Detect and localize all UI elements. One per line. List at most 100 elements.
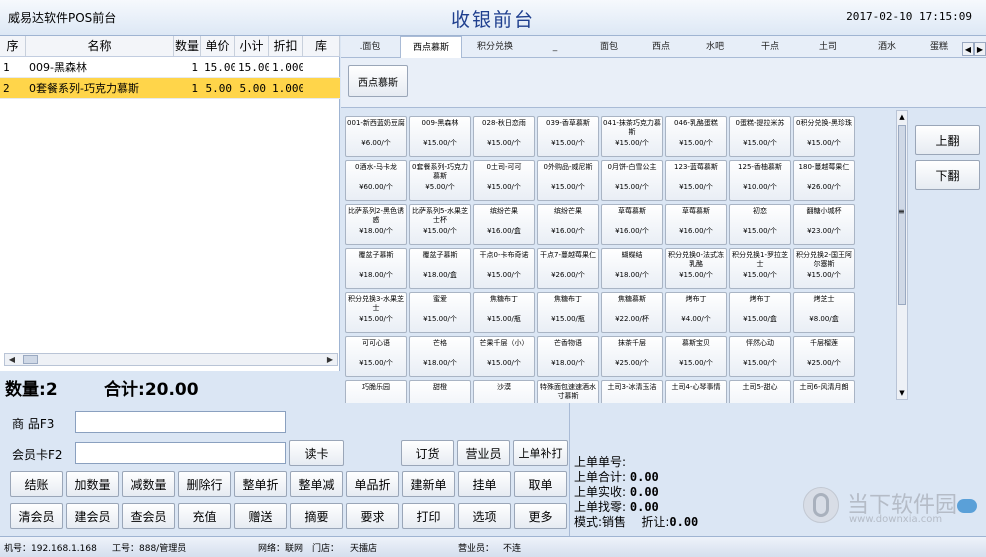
product-button[interactable]: 覆盆子慕斯 ¥18.00/盒 bbox=[409, 248, 471, 289]
action-button[interactable]: 单品折 bbox=[346, 471, 399, 497]
tab-3[interactable]: _ bbox=[528, 36, 582, 58]
product-button[interactable]: 028-秋日恋雨 ¥15.00/个 bbox=[473, 116, 535, 157]
product-button[interactable]: 可可心语 ¥15.00/个 bbox=[345, 336, 407, 377]
order-horizontal-scrollbar[interactable]: ◀ ▶ bbox=[4, 353, 338, 366]
product-button[interactable]: 土司6-风清月朗¥20.00/个 bbox=[793, 380, 855, 403]
product-button[interactable]: 缤纷芒果 ¥16.00/个 bbox=[537, 204, 599, 245]
product-button[interactable]: 土司4-心琴事情¥20.00/个 bbox=[665, 380, 727, 403]
member-card-input[interactable] bbox=[75, 442, 286, 464]
product-button[interactable]: 怦然心动 ¥15.00/个 bbox=[729, 336, 791, 377]
chevron-right-icon[interactable]: ▶ bbox=[974, 42, 986, 56]
column-header[interactable]: 小计 bbox=[235, 36, 269, 56]
product-button[interactable]: 烤布丁 ¥15.00/盒 bbox=[729, 292, 791, 333]
product-button[interactable]: 积分兑换0-法式冻乳酪 ¥15.00/个 bbox=[665, 248, 727, 289]
product-button[interactable]: 蜜爱 ¥15.00/个 bbox=[409, 292, 471, 333]
product-button[interactable]: 抹茶千层 ¥25.00/个 bbox=[601, 336, 663, 377]
product-button[interactable]: 草莓慕斯 ¥16.00/个 bbox=[601, 204, 663, 245]
product-button[interactable]: 123-蓝莓慕斯 ¥15.00/个 bbox=[665, 160, 727, 201]
read-card-button[interactable]: 读卡 bbox=[289, 440, 344, 466]
product-button[interactable]: 巧脆乐园¥15.00/个 bbox=[345, 380, 407, 403]
table-row[interactable]: 1 009-黑森林 1 15.00 15.00 1.000 bbox=[0, 57, 340, 78]
action-button[interactable]: 减数量 bbox=[122, 471, 175, 497]
product-button[interactable]: 焦糖慕斯 ¥22.00/杯 bbox=[601, 292, 663, 333]
action-button[interactable]: 打印 bbox=[402, 503, 455, 529]
action-button[interactable]: 建会员 bbox=[66, 503, 119, 529]
action-button[interactable]: 挂单 bbox=[458, 471, 511, 497]
tab-1[interactable]: 西点慕斯 bbox=[400, 36, 462, 59]
product-button[interactable]: 芒香物语 ¥18.00/个 bbox=[537, 336, 599, 377]
product-button[interactable]: 比萨系列2-黑色诱惑 ¥18.00/个 bbox=[345, 204, 407, 245]
action-button[interactable]: 取单 bbox=[514, 471, 567, 497]
product-button[interactable]: 041-抹茶巧克力慕斯 ¥15.00/个 bbox=[601, 116, 663, 157]
order-goods-button[interactable]: 订货 bbox=[401, 440, 454, 466]
product-button[interactable]: 干点7-蔓越莓果仁 ¥26.00/个 bbox=[537, 248, 599, 289]
product-button[interactable]: 土司5-甜心¥20.00/个 bbox=[729, 380, 791, 403]
product-button[interactable]: 芒果千层（小） ¥15.00/个 bbox=[473, 336, 535, 377]
scrollbar-thumb[interactable] bbox=[23, 355, 38, 364]
product-button[interactable]: 0月饼-白雪公主 ¥15.00/个 bbox=[601, 160, 663, 201]
tab-10[interactable]: 蛋糕 bbox=[918, 36, 960, 58]
product-button[interactable]: 土司3-冰清玉洁¥20.00/个 bbox=[601, 380, 663, 403]
action-button[interactable]: 建新单 bbox=[402, 471, 455, 497]
action-button[interactable]: 删除行 bbox=[178, 471, 231, 497]
product-button[interactable]: 甜橙¥22.00/个 bbox=[409, 380, 471, 403]
product-button[interactable]: 0土司-可可 ¥15.00/个 bbox=[473, 160, 535, 201]
action-button[interactable]: 查会员 bbox=[122, 503, 175, 529]
column-header[interactable]: 折扣 bbox=[269, 36, 303, 56]
page-down-button[interactable]: 下翻 bbox=[915, 160, 980, 190]
scroll-right-icon[interactable]: ▶ bbox=[324, 354, 336, 365]
scroll-up-icon[interactable]: ▲ bbox=[897, 111, 907, 123]
action-button[interactable]: 要求 bbox=[346, 503, 399, 529]
tab-0[interactable]: .面包 bbox=[341, 36, 399, 58]
product-button[interactable]: 特殊面包速速酒水寸慕斯¥20.00/个 bbox=[537, 380, 599, 403]
subcategory-button[interactable]: 西点慕斯 bbox=[348, 65, 408, 97]
tab-7[interactable]: 干点 bbox=[743, 36, 797, 58]
product-button[interactable]: 0蛋糕-提拉米苏 ¥15.00/个 bbox=[729, 116, 791, 157]
action-button[interactable]: 整单减 bbox=[290, 471, 343, 497]
product-button[interactable]: 千层榴莲 ¥25.00/个 bbox=[793, 336, 855, 377]
product-button[interactable]: 积分兑换2-国王阿尔塞斯 ¥15.00/个 bbox=[793, 248, 855, 289]
product-button[interactable]: 比萨系列5-水果芝士杯 ¥15.00/个 bbox=[409, 204, 471, 245]
product-button[interactable]: 0积分兑换-黑珍珠 ¥15.00/个 bbox=[793, 116, 855, 157]
product-button[interactable]: 初恋 ¥15.00/个 bbox=[729, 204, 791, 245]
action-button[interactable]: 加数量 bbox=[66, 471, 119, 497]
product-button[interactable]: 干点0-卡布奇诺 ¥15.00/个 bbox=[473, 248, 535, 289]
table-row[interactable]: 2 0套餐系列-巧克力慕斯 1 5.00 5.00 1.000 bbox=[0, 78, 340, 99]
tab-6[interactable]: 水吧 bbox=[689, 36, 741, 58]
product-button[interactable]: 180-蔓越莓果仁 ¥26.00/个 bbox=[793, 160, 855, 201]
action-button[interactable]: 清会员 bbox=[10, 503, 63, 529]
product-button[interactable]: 沙漠¥22.00/个 bbox=[473, 380, 535, 403]
product-button[interactable]: 积分兑换1-罗拉芝士 ¥15.00/个 bbox=[729, 248, 791, 289]
product-button[interactable]: 焦糖布丁 ¥15.00/瓶 bbox=[537, 292, 599, 333]
action-button[interactable]: 整单折 bbox=[234, 471, 287, 497]
action-button[interactable]: 结账 bbox=[10, 471, 63, 497]
reprint-last-button[interactable]: 上单补打 bbox=[513, 440, 568, 466]
action-button[interactable]: 充值 bbox=[178, 503, 231, 529]
tab-9[interactable]: 酒水 bbox=[859, 36, 915, 58]
product-button[interactable]: 覆盆子慕斯 ¥18.00/个 bbox=[345, 248, 407, 289]
product-button[interactable]: 0套餐系列-巧克力慕斯 ¥5.00/个 bbox=[409, 160, 471, 201]
tab-5[interactable]: 西点 bbox=[635, 36, 687, 58]
product-button[interactable]: 草莓慕斯 ¥16.00/个 bbox=[665, 204, 727, 245]
salesperson-button[interactable]: 营业员 bbox=[457, 440, 510, 466]
tab-4[interactable]: 面包 bbox=[585, 36, 633, 58]
action-button[interactable]: 更多 bbox=[514, 503, 567, 529]
product-button[interactable]: 009-黑森林 ¥15.00/个 bbox=[409, 116, 471, 157]
page-up-button[interactable]: 上翻 bbox=[915, 125, 980, 155]
product-button[interactable]: 蝴蝶结 ¥18.00/个 bbox=[601, 248, 663, 289]
product-button[interactable]: 芒格 ¥18.00/个 bbox=[409, 336, 471, 377]
product-button[interactable]: 039-香草慕斯 ¥15.00/个 bbox=[537, 116, 599, 157]
scroll-left-icon[interactable]: ◀ bbox=[6, 354, 18, 365]
product-button[interactable]: 积分兑换3-水果芝士 ¥15.00/个 bbox=[345, 292, 407, 333]
product-input[interactable] bbox=[75, 411, 286, 433]
product-button[interactable]: 烤芝士 ¥8.00/盒 bbox=[793, 292, 855, 333]
product-button[interactable]: 焦糖布丁 ¥15.00/瓶 bbox=[473, 292, 535, 333]
column-header[interactable]: 序 bbox=[0, 36, 26, 56]
product-button[interactable]: 046-乳酪蛋糕 ¥15.00/个 bbox=[665, 116, 727, 157]
product-button[interactable]: 0外购品-威尼斯 ¥15.00/个 bbox=[537, 160, 599, 201]
product-button[interactable]: 001-新西蓝奶豆腐 ¥6.00/个 bbox=[345, 116, 407, 157]
product-button[interactable]: 125-香柚慕斯 ¥10.00/个 bbox=[729, 160, 791, 201]
column-header[interactable]: 单价 bbox=[201, 36, 235, 56]
column-header[interactable]: 名称 bbox=[26, 36, 174, 56]
column-header[interactable]: 数量 bbox=[174, 36, 201, 56]
